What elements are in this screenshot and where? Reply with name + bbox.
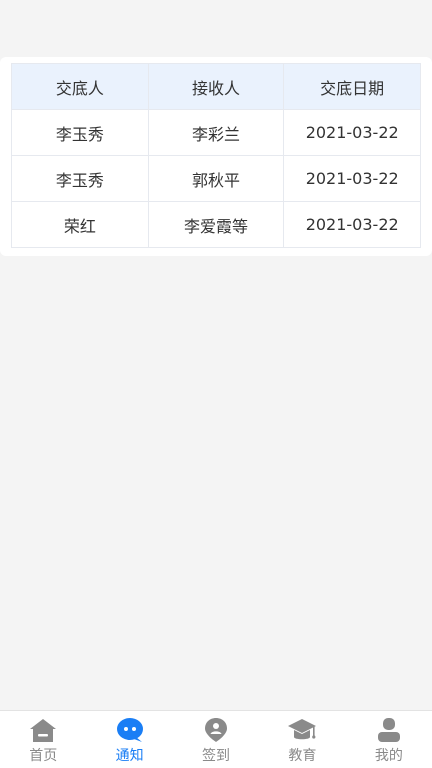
handover-card: 交底人 接收人 交底日期 李玉秀 李彩兰 2021-03-22 李玉秀 郭秋平 … [0, 57, 432, 256]
tab-notice-label: 通知 [115, 748, 144, 764]
cell-handover-date: 2021-03-22 [284, 110, 422, 156]
cell-receiver: 李爱霞等 [148, 202, 285, 248]
cell-handover-person: 李玉秀 [12, 156, 149, 202]
cell-receiver: 郭秋平 [148, 156, 285, 202]
user-icon [377, 718, 400, 742]
cell-handover-person: 荣红 [12, 202, 149, 248]
home-icon [30, 719, 57, 742]
tab-home[interactable]: 首页 [0, 711, 86, 768]
table-row[interactable]: 荣红 李爱霞等 2021-03-22 [12, 202, 422, 248]
cell-handover-person: 李玉秀 [12, 110, 149, 156]
table-row[interactable]: 李玉秀 李彩兰 2021-03-22 [12, 110, 422, 156]
tab-home-label: 首页 [29, 748, 58, 764]
table-row[interactable]: 李玉秀 郭秋平 2021-03-22 [12, 156, 422, 202]
tab-checkin[interactable]: 签到 [173, 711, 259, 768]
cell-handover-date: 2021-03-22 [284, 202, 422, 248]
table-header-row: 交底人 接收人 交底日期 [12, 64, 422, 110]
tab-mine[interactable]: 我的 [346, 711, 432, 768]
tab-notice[interactable]: 通知 [86, 711, 172, 768]
location-pin-icon [205, 718, 228, 742]
tab-education[interactable]: 教育 [259, 711, 345, 768]
tab-mine-label: 我的 [374, 748, 403, 764]
header-handover-person: 交底人 [12, 64, 149, 110]
cell-receiver: 李彩兰 [148, 110, 285, 156]
tab-education-label: 教育 [288, 748, 317, 764]
header-receiver: 接收人 [148, 64, 285, 110]
chat-bubble-icon [116, 718, 143, 742]
graduation-cap-icon [288, 719, 317, 740]
bottom-tab-bar: 首页 通知 签到 教育 我的 [0, 710, 432, 768]
header-handover-date: 交底日期 [284, 64, 422, 110]
cell-handover-date: 2021-03-22 [284, 156, 422, 202]
notice-page: 交底人 接收人 交底日期 李玉秀 李彩兰 2021-03-22 李玉秀 郭秋平 … [0, 0, 432, 768]
handover-table: 交底人 接收人 交底日期 李玉秀 李彩兰 2021-03-22 李玉秀 郭秋平 … [11, 63, 422, 248]
tab-checkin-label: 签到 [202, 748, 231, 764]
